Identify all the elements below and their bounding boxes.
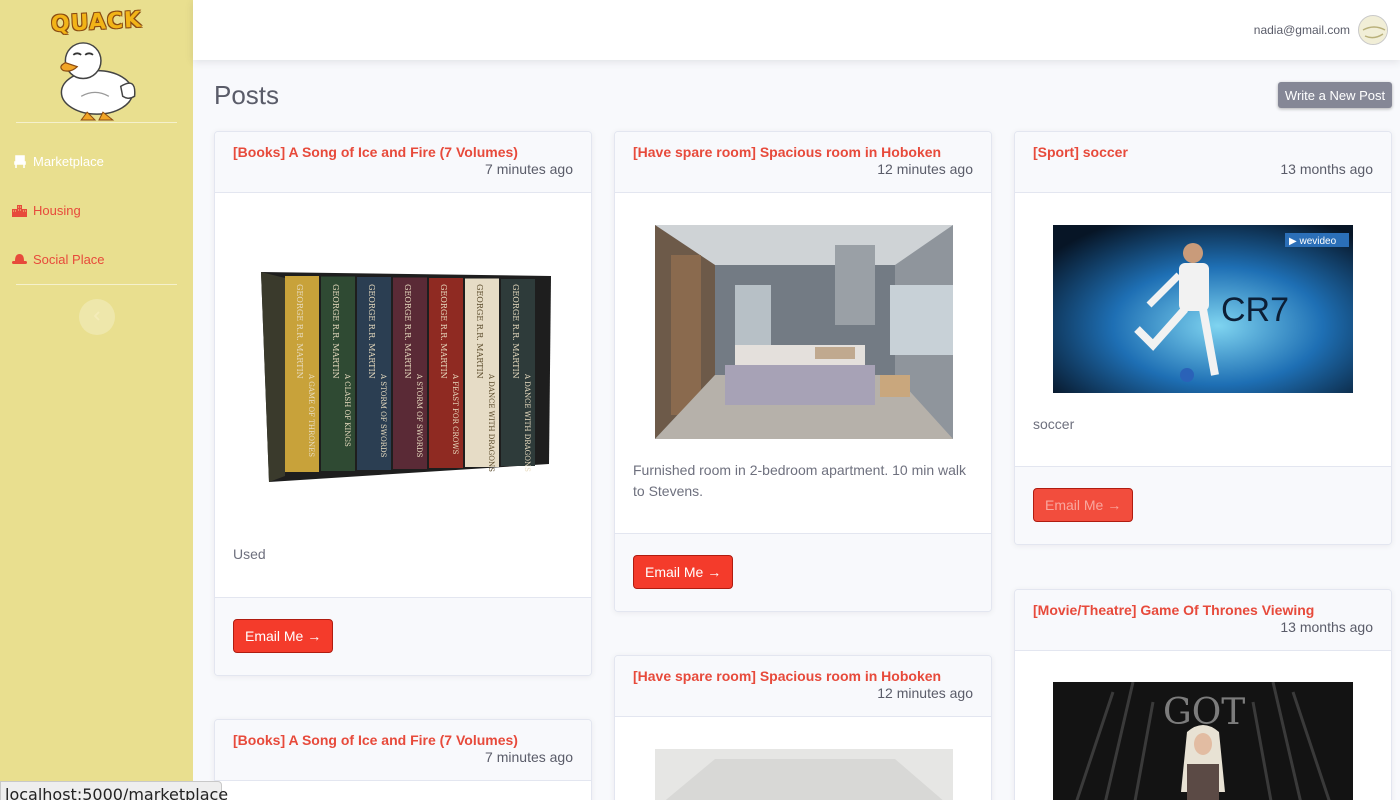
- book-author-text: GEORGE R.R. MARTIN: [331, 284, 340, 379]
- sidebar: QUACK Marketplace Housing Social Place: [0, 0, 193, 800]
- post-title[interactable]: [Have spare room] Spacious room in Hobok…: [633, 668, 973, 684]
- chevron-left-icon: [93, 308, 101, 326]
- email-me-button[interactable]: Email Me →: [233, 619, 334, 653]
- post-card-header: [Movie/Theatre] Game Of Thrones Viewing …: [1015, 590, 1391, 651]
- book-title-text: A DANCE WITH DRAGONS: [523, 373, 531, 472]
- post-time: 13 months ago: [1280, 619, 1373, 635]
- post-title[interactable]: [Books] A Song of Ice and Fire (7 Volume…: [233, 732, 573, 748]
- post-card-header: [Have spare room] Spacious room in Hobok…: [615, 656, 991, 717]
- brand[interactable]: QUACK: [0, 0, 193, 122]
- book-title-text: A DANCE WITH DRAGONS: [487, 373, 495, 472]
- post-description: soccer: [1033, 416, 1075, 432]
- post-time: 12 minutes ago: [877, 161, 973, 177]
- page-title: Posts: [214, 80, 280, 110]
- post-card-footer: Email Me →: [215, 597, 591, 675]
- book-title-text: A STORM OF SWORDS: [379, 373, 387, 458]
- book-title-text: A STORM OF SWORDS: [415, 373, 423, 458]
- post-title[interactable]: [Books] A Song of Ice and Fire (7 Volume…: [233, 144, 573, 160]
- post-card: [Have spare room] Spacious room in Hobok…: [614, 131, 992, 612]
- post-title[interactable]: [Movie/Theatre] Game Of Thrones Viewing: [1033, 602, 1373, 618]
- post-time: 7 minutes ago: [485, 161, 573, 177]
- book-author-text: GEORGE R.R. MARTIN: [439, 284, 448, 379]
- book-box-side: [261, 272, 285, 482]
- post-card-header: [Books] A Song of Ice and Fire (7 Volume…: [215, 132, 591, 193]
- image-text: CR7: [1221, 291, 1289, 329]
- post-card: [Sport] soccer 13 months ago ▶ wevideo C…: [1014, 131, 1392, 545]
- book-title-text: A CLASH OF KINGS: [343, 373, 351, 447]
- post-card-footer: Email Me →: [615, 533, 991, 611]
- post-image-got-poster: GOT: [1053, 682, 1353, 800]
- post-card: [Movie/Theatre] Game Of Thrones Viewing …: [1014, 589, 1392, 800]
- sidebar-item-social-place[interactable]: Social Place: [0, 235, 193, 284]
- duck-logo-icon: [59, 42, 136, 121]
- book-author-text: GEORGE R.R. MARTIN: [295, 284, 304, 379]
- sidebar-item-marketplace[interactable]: Marketplace: [0, 137, 193, 186]
- email-me-button[interactable]: Email Me →: [1033, 488, 1134, 522]
- post-card-header: [Sport] soccer 13 months ago: [1015, 132, 1391, 193]
- post-title[interactable]: [Have spare room] Spacious room in Hobok…: [633, 144, 973, 160]
- sidebar-item-label: Social Place: [33, 252, 105, 267]
- watermark-text: ▶ wevideo: [1289, 236, 1337, 247]
- sidebar-item-label: Marketplace: [33, 154, 104, 169]
- write-new-post-button[interactable]: Write a New Post: [1278, 82, 1392, 108]
- sidebar-item-label: Housing: [33, 203, 81, 218]
- book-author-text: GEORGE R.R. MARTIN: [475, 284, 484, 379]
- post-time: 13 months ago: [1280, 161, 1373, 177]
- post-card-footer: Email Me →: [1015, 466, 1391, 544]
- brand-logo-text: QUACK: [50, 7, 143, 38]
- post-description: Used: [233, 546, 266, 562]
- book-title-text: A FEAST FOR CROWS: [451, 373, 459, 455]
- post-card: [Books] A Song of Ice and Fire (7 Volume…: [214, 131, 592, 676]
- hat-icon: [12, 252, 27, 267]
- post-time: 7 minutes ago: [485, 749, 573, 765]
- topbar: nadia@gmail.com: [193, 0, 1400, 60]
- browser-status-url: localhost:5000/marketplace: [0, 781, 228, 800]
- post-card-header: [Books] A Song of Ice and Fire (7 Volume…: [215, 720, 591, 781]
- post-card: [Books] A Song of Ice and Fire (7 Volume…: [214, 719, 592, 800]
- post-description: Furnished room in 2-bedroom apartment. 1…: [633, 462, 967, 499]
- post-card-header: [Have spare room] Spacious room in Hobok…: [615, 132, 991, 193]
- email-me-button[interactable]: Email Me →: [633, 555, 734, 589]
- book-title-text: A GAME OF THRONES: [307, 373, 315, 457]
- sidebar-toggle-button[interactable]: [78, 299, 115, 335]
- post-card: [Have spare room] Spacious room in Hobok…: [614, 655, 992, 800]
- book-author-text: GEORGE R.R. MARTIN: [511, 284, 520, 379]
- chair-icon: [12, 154, 27, 169]
- post-image-book-box-set: GEORGE R.R. MARTIN A GAME OF THRONES GEORG…: [255, 264, 555, 486]
- post-image-room-ceiling: [655, 749, 953, 800]
- sidebar-divider: [16, 284, 177, 285]
- book-author-text: GEORGE R.R. MARTIN: [403, 284, 412, 379]
- post-time: 12 minutes ago: [877, 685, 973, 701]
- building-icon: [12, 203, 27, 218]
- post-title[interactable]: [Sport] soccer: [1033, 144, 1373, 160]
- sidebar-nav: Marketplace Housing Social Place: [0, 123, 193, 284]
- book-author-text: GEORGE R.R. MARTIN: [367, 284, 376, 379]
- avatar[interactable]: [1358, 15, 1388, 45]
- sidebar-item-housing[interactable]: Housing: [0, 186, 193, 235]
- user-email[interactable]: nadia@gmail.com: [1254, 23, 1350, 37]
- post-image-bedroom: [655, 225, 953, 439]
- post-image-soccer-player: ▶ wevideo CR7: [1053, 225, 1353, 393]
